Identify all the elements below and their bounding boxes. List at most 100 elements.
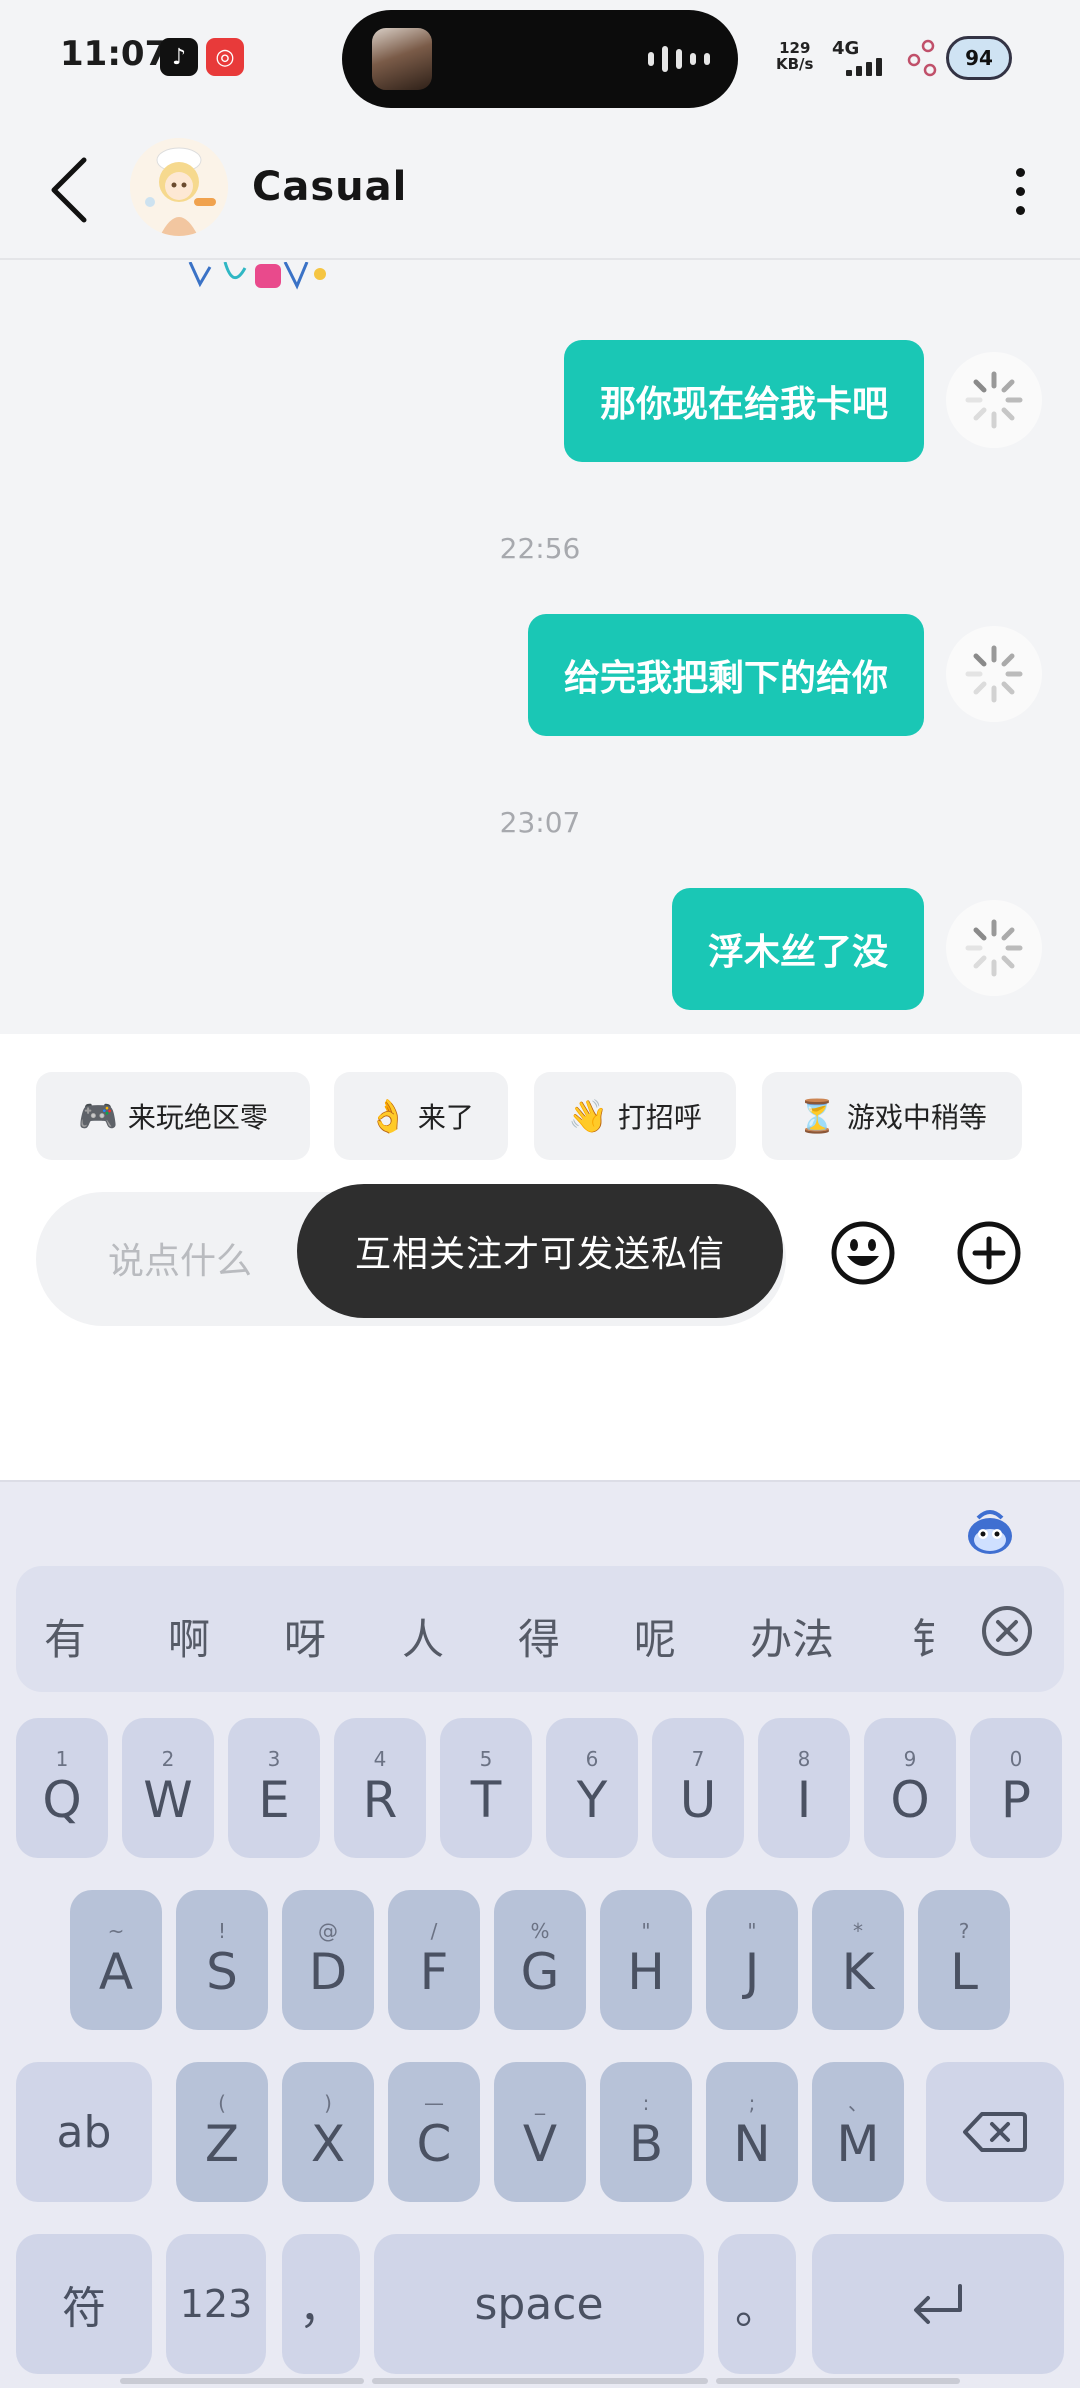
home-indicator [372,2378,708,2384]
key-z[interactable]: (Z [176,2062,268,2202]
quick-reply-chip[interactable]: 👋 打招呼 [534,1072,736,1160]
key-j[interactable]: " J [706,1890,798,2030]
candidate-word[interactable]: 呀 [284,1606,326,1667]
backspace-key[interactable] [926,2062,1064,2202]
quick-reply-chip[interactable]: 🎮 来玩绝区零 [36,1072,310,1160]
contact-avatar[interactable] [130,138,228,236]
quick-reply-chip[interactable]: 👌 来了 [334,1072,508,1160]
period-key[interactable]: 。 [718,2234,796,2374]
key-hint: 7 [691,1747,705,1771]
key-v[interactable]: _ V [494,2062,586,2202]
key-k[interactable]: * K [812,1890,904,2030]
message-list[interactable]: 那你现在给我卡吧 22:56 给完我把剩下的给你 23:07 浮木丝了没 [0,262,1080,1034]
key-label: ， [299,2283,343,2334]
key-label: V [522,2115,558,2173]
key-label: F [419,1943,449,2001]
composer-area: 🎮 来玩绝区零 👌 来了 👋 打招呼 ⏳ 游戏中稍等 说点什么 互相关注才可发送… [0,1034,1080,1480]
message-bubble[interactable]: 给完我把剩下的给你 [527,614,924,736]
key-hint: 2 [161,1747,175,1771]
key-hint: 9 [903,1747,917,1771]
keyboard-mascot-icon[interactable] [960,1502,1020,1562]
key-a[interactable]: ~ A [70,1890,162,2030]
key-c[interactable]: — C [388,2062,480,2202]
candidate-word[interactable]: 啊 [168,1606,210,1667]
key-t[interactable]: 5T [440,1718,532,1858]
status-time: 11:07 [60,34,169,74]
message-bubble[interactable]: 那你现在给我卡吧 [563,340,924,462]
key-label: ab [56,2106,112,2158]
sending-spinner-icon [946,900,1042,996]
signal-strength-icon [846,56,882,76]
key-label: C [416,2115,452,2173]
key-label: U [679,1771,717,1829]
key-b[interactable]: :B [600,2062,692,2202]
emoji-icon[interactable] [830,1220,896,1286]
dynamic-island[interactable] [342,10,738,108]
message-timestamp: 23:07 [499,806,581,839]
music-app-icon: ◎ [206,38,244,76]
key-l[interactable]: ? L [918,1890,1010,2030]
key-g[interactable]: % G [494,1890,586,2030]
key-hint: 6 [585,1747,599,1771]
close-candidates-icon[interactable] [980,1604,1034,1658]
key-r[interactable]: 4R [334,1718,426,1858]
key-o[interactable]: 9O [864,1718,956,1858]
key-hint: ) [324,2091,332,2115]
key-i[interactable]: 8I [758,1718,850,1858]
key-label: Q [42,1771,82,1829]
sticker-image[interactable] [185,262,335,292]
key-hint: 5 [479,1747,493,1771]
key-e[interactable]: 3E [228,1718,320,1858]
audio-wave-icon [648,46,710,72]
message-timestamp: 22:56 [499,532,581,565]
enter-key[interactable] [812,2234,1064,2374]
candidate-word[interactable]: 办法 [750,1606,834,1667]
symbols-key[interactable]: 符 [16,2234,152,2374]
sending-spinner-icon [946,352,1042,448]
shift-key[interactable]: ab [16,2062,152,2202]
more-options-icon[interactable] [990,156,1050,226]
home-indicator [120,2378,364,2384]
key-label: E [258,1771,290,1829]
key-label: 符 [62,2283,106,2334]
key-y[interactable]: 6Y [546,1718,638,1858]
comma-key[interactable]: ， [282,2234,360,2374]
message-bubble[interactable]: 浮木丝了没 [671,888,924,1010]
link-dots-icon [907,39,937,77]
candidate-word[interactable]: 得 [518,1606,560,1667]
key-hint: ~ [107,1919,125,1943]
key-h[interactable]: " H [600,1890,692,2030]
key-label: B [628,2115,664,2173]
key-u[interactable]: 7U [652,1718,744,1858]
key-f[interactable]: / F [388,1890,480,2030]
key-w[interactable]: 2W [122,1718,214,1858]
waving-hand-icon: 👋 [568,1097,608,1135]
key-s[interactable]: ! S [176,1890,268,2030]
add-attachment-icon[interactable] [956,1220,1022,1286]
candidate-word[interactable]: 有 [44,1606,86,1667]
key-p[interactable]: 0P [970,1718,1062,1858]
key-m[interactable]: 、 M [812,2062,904,2202]
key-label: I [796,1771,812,1829]
key-d[interactable]: @ D [282,1890,374,2030]
key-label: M [836,2115,880,2173]
key-hint: 1 [55,1747,69,1771]
back-arrow-icon[interactable] [40,150,100,230]
quick-reply-chip[interactable]: ⏳ 游戏中稍等 [762,1072,1022,1160]
key-label: R [362,1771,398,1829]
key-x[interactable]: ) X [282,2062,374,2202]
key-n[interactable]: ; N [706,2062,798,2202]
key-label: A [98,1943,134,2001]
enter-icon [914,2284,962,2324]
candidate-word[interactable]: 呢 [634,1606,676,1667]
candidate-word[interactable]: 钅 [912,1606,942,1667]
key-label: H [627,1943,665,2001]
key-hint: : [642,2091,650,2115]
network-speed-value: 129 [779,39,811,57]
key-hint: ! [217,1919,227,1943]
key-hint: * [853,1919,863,1943]
space-key[interactable]: space [374,2234,704,2374]
candidate-word[interactable]: 人 [402,1606,444,1667]
numbers-key[interactable]: 123 [166,2234,266,2374]
key-q[interactable]: 1Q [16,1718,108,1858]
